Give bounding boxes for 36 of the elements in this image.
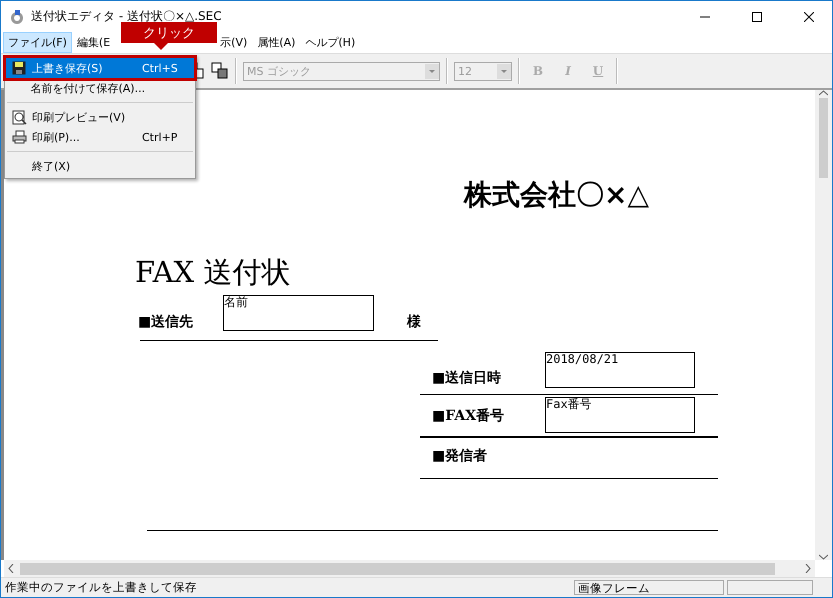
- scrollbar-thumb[interactable]: [20, 562, 775, 574]
- field-label: ■送信先: [138, 313, 194, 331]
- menu-item[interactable]: 編集(E: [72, 32, 116, 53]
- send-to-back-icon[interactable]: [211, 62, 229, 80]
- menu-item[interactable]: ヘルプ(H): [300, 32, 360, 53]
- scroll-up-icon[interactable]: [819, 90, 828, 96]
- maximize-icon: [752, 12, 762, 22]
- field-label: ■送信日時: [432, 369, 502, 387]
- scroll-down-icon[interactable]: [819, 554, 828, 560]
- document-title: FAX 送付状: [135, 254, 290, 291]
- field-label: ■発信者: [432, 447, 488, 465]
- menu-item[interactable]: ファイル(F): [3, 32, 72, 53]
- honorific: 様: [407, 313, 421, 331]
- text-frame[interactable]: Fax番号: [545, 397, 695, 433]
- status-pane: 画像フレーム: [574, 580, 724, 595]
- menu-item[interactable]: 示(V): [215, 32, 252, 53]
- magnifier-page-icon: [12, 110, 26, 124]
- scroll-left-icon[interactable]: [8, 564, 14, 573]
- field-label: ■FAX番号: [432, 407, 504, 425]
- menu-item[interactable]: 属性(A): [252, 32, 300, 53]
- menu-option[interactable]: 印刷プレビュー(V): [6, 107, 194, 127]
- text-frame[interactable]: 2018/08/21: [545, 352, 695, 388]
- scrollbar-thumb[interactable]: [819, 98, 828, 178]
- menu-option[interactable]: 上書き保存(S) Ctrl+S: [6, 58, 194, 78]
- menu-option[interactable]: 印刷(P)... Ctrl+P: [6, 127, 194, 147]
- window-title: 送付状エディタ - 送付状〇×△.SEC: [31, 8, 223, 25]
- app-icon: [9, 8, 25, 24]
- scroll-right-icon[interactable]: [805, 564, 811, 573]
- company-name: 株式会社〇×△: [464, 177, 649, 213]
- menu-option[interactable]: 終了(X): [6, 156, 194, 176]
- text-frame[interactable]: 名前: [223, 295, 374, 331]
- close-icon: [804, 12, 814, 22]
- printer-icon: [12, 130, 26, 144]
- menu-option[interactable]: 名前を付けて保存(A)...: [6, 78, 194, 98]
- callout-pointer-icon: [153, 42, 169, 50]
- status-message: 作業中のファイルを上書きして保存: [4, 580, 198, 595]
